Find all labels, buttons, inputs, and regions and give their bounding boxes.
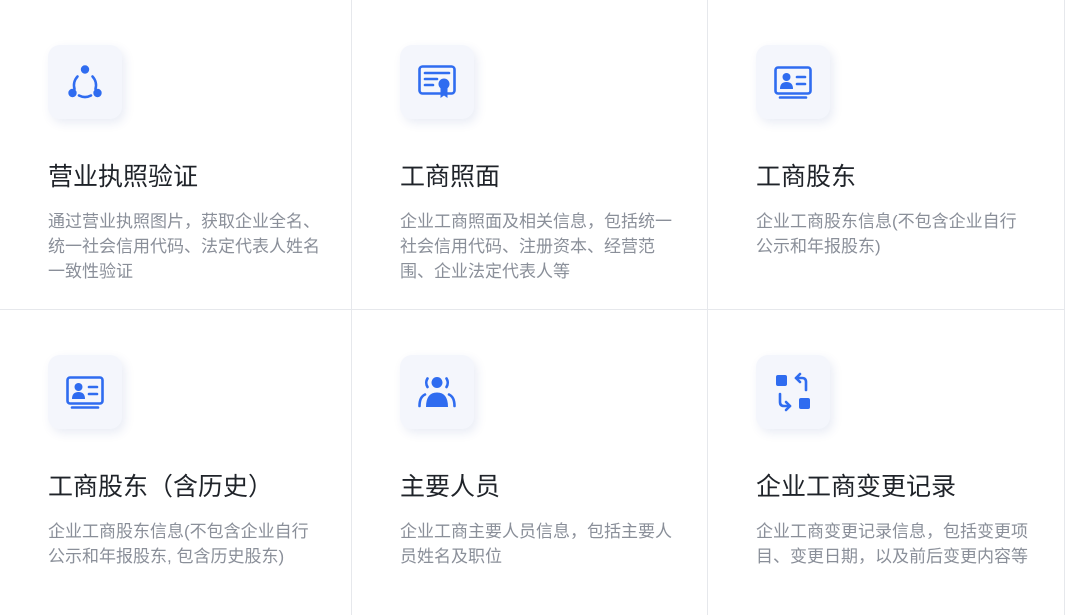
card-description: 企业工商变更记录信息，包括变更项目、变更日期，以及前后变更内容等 [756,522,1028,566]
swap-icon [756,355,830,429]
card-business-shareholders[interactable]: 工商股东 企业工商股东信息(不包含企业自行公示和年报股东) [708,0,1065,310]
card-title: 工商股东 [756,163,857,191]
card-business-shareholders-history[interactable]: 工商股东（含历史） 企业工商股东信息(不包含企业自行公示和年报股东, 包含历史股… [0,310,352,615]
card-key-personnel[interactable]: 主要人员 企业工商主要人员信息，包括主要人员姓名及职位 [352,310,708,615]
circle-nodes-icon [48,45,122,119]
service-card-grid: 营业执照验证 通过营业执照图片，获取企业全名、统一社会信用代码、法定代表人姓名一… [0,0,1065,615]
card-business-overview[interactable]: 工商照面 企业工商照面及相关信息，包括统一社会信用代码、注册资本、经营范围、企业… [352,0,708,310]
card-description: 企业工商主要人员信息，包括主要人员姓名及职位 [400,522,672,566]
card-title: 企业工商变更记录 [756,473,957,501]
id-card-icon [756,45,830,119]
card-description: 企业工商照面及相关信息，包括统一社会信用代码、注册资本、经营范围、企业法定代表人… [400,212,672,281]
id-card-icon [48,355,122,429]
users-icon [400,355,474,429]
card-business-change-records[interactable]: 企业工商变更记录 企业工商变更记录信息，包括变更项目、变更日期，以及前后变更内容… [708,310,1065,615]
card-description: 通过营业执照图片，获取企业全名、统一社会信用代码、法定代表人姓名一致性验证 [48,212,320,281]
card-title: 工商股东（含历史） [48,473,274,501]
card-title: 工商照面 [400,163,501,191]
card-business-license-verify[interactable]: 营业执照验证 通过营业执照图片，获取企业全名、统一社会信用代码、法定代表人姓名一… [0,0,352,310]
card-title: 营业执照验证 [48,163,199,191]
card-title: 主要人员 [400,473,501,501]
card-description: 企业工商股东信息(不包含企业自行公示和年报股东, 包含历史股东) [48,522,309,566]
certificate-icon [400,45,474,119]
card-description: 企业工商股东信息(不包含企业自行公示和年报股东) [756,212,1017,256]
